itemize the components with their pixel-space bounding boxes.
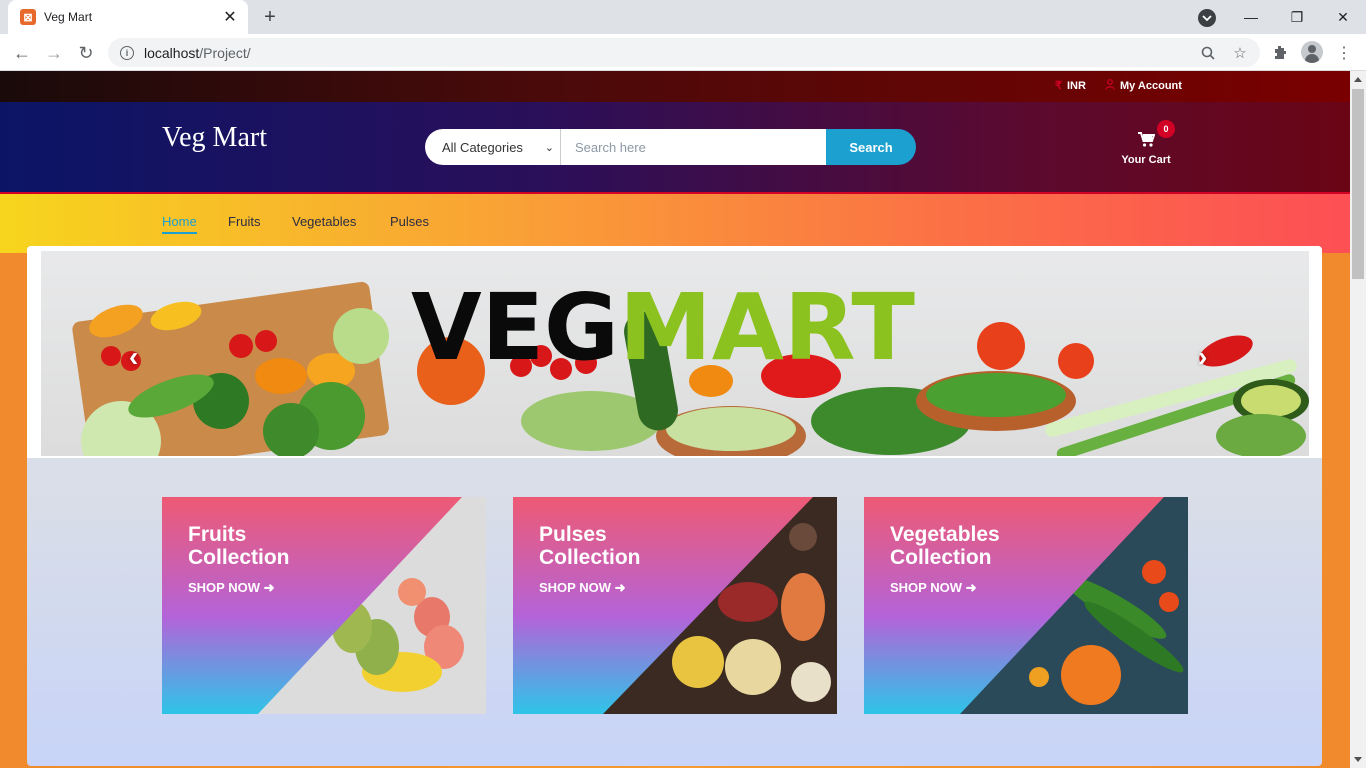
cart-count-badge: 0 (1157, 120, 1175, 138)
main-content-card: VEG MART ‹ › Fruits Collection SHOP NOW … (27, 246, 1322, 766)
carousel-next-icon[interactable]: › (1198, 341, 1207, 373)
bookmark-star-icon[interactable]: ☆ (1230, 43, 1250, 63)
profile-avatar[interactable] (1301, 41, 1323, 63)
arrow-circle-right-icon: ➜ (263, 580, 275, 595)
tab-title: Veg Mart (44, 10, 93, 24)
category-selected: All Categories (442, 139, 523, 155)
main-nav: Home Fruits Vegetables Pulses (0, 194, 1350, 253)
vegetables-collection-card[interactable]: Vegetables Collection SHOP NOW ➜ (864, 497, 1188, 714)
restore-icon[interactable]: ❐ (1274, 0, 1320, 34)
scrollbar-thumb[interactable] (1352, 89, 1364, 279)
rupee-icon: ₹ (1055, 80, 1062, 92)
search-button[interactable]: Search (826, 129, 916, 165)
cart-label: Your Cart (1121, 154, 1171, 166)
arrow-circle-right-icon: ➜ (614, 580, 626, 595)
site-logo[interactable]: Veg Mart (162, 122, 267, 154)
cart-button[interactable]: 0 Your Cart (1115, 120, 1177, 166)
shop-now-link[interactable]: SHOP NOW ➜ (890, 580, 977, 596)
menu-icon[interactable]: ⋮ (1333, 42, 1355, 64)
close-tab-icon[interactable]: ✕ (222, 9, 238, 26)
category-select[interactable]: All Categories ⌄ (425, 129, 561, 165)
currency-link[interactable]: ₹ INR (1055, 79, 1086, 93)
xampp-favicon-icon: ⊠ (20, 9, 36, 25)
search-input[interactable]: Search here (561, 129, 826, 165)
close-window-icon[interactable]: ✕ (1320, 0, 1366, 34)
top-bar: ₹ INR My Account (0, 71, 1350, 102)
hero-banner-image: VEG MART ‹ › (41, 251, 1309, 456)
browser-toolbar: ← → ↻ i localhost/Project/ ☆ ⋮ (0, 34, 1366, 71)
reload-icon[interactable]: ↻ (74, 41, 98, 65)
hero-carousel: VEG MART ‹ › (27, 246, 1322, 458)
browser-tabstrip: ⊠ Veg Mart ✕ + — ❐ ✕ (0, 0, 1366, 34)
browser-tab[interactable]: ⊠ Veg Mart ✕ (8, 0, 248, 34)
address-bar[interactable]: i localhost/Project/ ☆ (108, 38, 1260, 67)
my-account-link[interactable]: My Account (1105, 79, 1182, 93)
page-viewport: ₹ INR My Account Veg Mart All Categories… (0, 71, 1350, 768)
extensions-icon[interactable] (1269, 42, 1291, 64)
shop-now-link[interactable]: SHOP NOW ➜ (539, 580, 626, 596)
new-tab-button[interactable]: + (260, 7, 280, 27)
carousel-prev-icon[interactable]: ‹ (129, 341, 138, 373)
tab-search-icon[interactable] (1198, 9, 1216, 27)
search-placeholder: Search here (575, 139, 646, 155)
url-host: localhost (144, 44, 200, 61)
scroll-up-icon[interactable] (1354, 77, 1362, 82)
collection-title: Fruits Collection (188, 523, 290, 569)
fruits-collection-card[interactable]: Fruits Collection SHOP NOW ➜ (162, 497, 486, 714)
nav-fruits[interactable]: Fruits (228, 214, 261, 232)
nav-vegetables[interactable]: Vegetables (292, 214, 356, 232)
my-account-label: My Account (1120, 80, 1182, 92)
minimize-icon[interactable]: — (1228, 0, 1274, 34)
arrow-circle-right-icon: ➜ (965, 580, 977, 595)
collection-title: Vegetables Collection (890, 523, 1000, 569)
chevron-down-icon: ⌄ (544, 142, 554, 154)
back-icon[interactable]: ← (10, 41, 34, 65)
url-path: /Project/ (199, 44, 251, 61)
site-header: Veg Mart All Categories ⌄ Search here Se… (0, 102, 1350, 194)
currency-label: INR (1067, 79, 1086, 92)
nav-home[interactable]: Home (162, 214, 197, 234)
shop-now-link[interactable]: SHOP NOW ➜ (188, 580, 275, 596)
hero-brand-veg: VEG (411, 274, 619, 381)
site-info-icon[interactable]: i (120, 45, 134, 60)
collection-title: Pulses Collection (539, 523, 641, 569)
forward-icon[interactable]: → (42, 41, 66, 65)
hero-brand-mart: MART (619, 274, 915, 381)
nav-pulses[interactable]: Pulses (390, 214, 429, 232)
user-icon (1105, 79, 1115, 93)
zoom-icon[interactable] (1198, 43, 1218, 63)
page-scrollbar[interactable] (1350, 71, 1366, 768)
pulses-collection-card[interactable]: Pulses Collection SHOP NOW ➜ (513, 497, 837, 714)
search-form: All Categories ⌄ Search here Search (425, 129, 916, 165)
scroll-down-icon[interactable] (1354, 757, 1362, 762)
